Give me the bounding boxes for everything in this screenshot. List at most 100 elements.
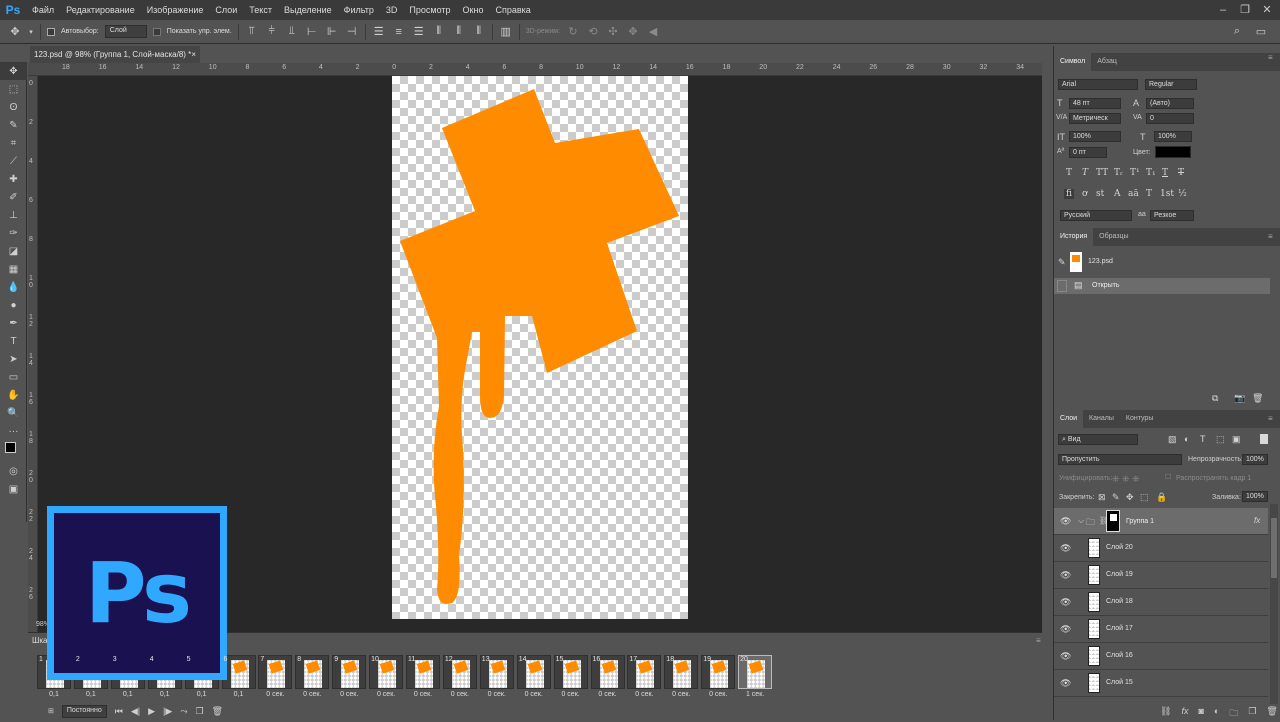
tab-character[interactable]: Символ: [1054, 53, 1092, 71]
frame-delay[interactable]: 0 сек.: [330, 691, 368, 698]
visibility-eye-icon[interactable]: 👁: [1060, 543, 1071, 554]
superscript-button[interactable]: T¹: [1130, 168, 1140, 178]
filter-type-icon[interactable]: T: [1200, 434, 1206, 444]
animation-frame[interactable]: 12 0 сек.: [442, 655, 477, 698]
filter-shape-icon[interactable]: ⬚: [1216, 434, 1225, 445]
new-document-from-state-icon[interactable]: ⧉: [1212, 393, 1218, 404]
filter-adjustment-icon[interactable]: ◐: [1184, 434, 1189, 444]
menu-filter[interactable]: Фильтр: [338, 0, 380, 20]
delete-frame-icon[interactable]: 🗑: [212, 706, 223, 717]
prev-frame-icon[interactable]: ◀|: [131, 706, 140, 717]
3d-orbit-icon[interactable]: ↻: [566, 25, 580, 38]
ligatures-button[interactable]: fi: [1064, 189, 1075, 199]
align-right-icon[interactable]: ⊣: [345, 25, 359, 38]
visibility-eye-icon[interactable]: 👁: [1060, 570, 1071, 581]
quick-select-tool-icon[interactable]: ✎: [0, 116, 27, 134]
eraser-tool-icon[interactable]: ◪: [0, 242, 27, 260]
animation-frame[interactable]: 9 0 сек.: [332, 655, 367, 698]
tab-paragraph[interactable]: Абзац: [1091, 53, 1123, 71]
autoselect-checkbox[interactable]: [47, 27, 55, 36]
maximize-button[interactable]: ❐: [1234, 0, 1256, 20]
play-icon[interactable]: ▶: [148, 706, 155, 717]
align-bottom-icon[interactable]: ⫫: [285, 25, 299, 38]
language-select[interactable]: Русский: [1060, 210, 1132, 221]
propagate-checkbox[interactable]: ☐: [1165, 473, 1171, 481]
lock-all-icon[interactable]: 🔒: [1156, 492, 1167, 503]
history-brush-icon[interactable]: ✑: [0, 224, 27, 242]
titling-button[interactable]: T: [1146, 189, 1152, 199]
document-canvas[interactable]: [392, 76, 688, 619]
frame-delay[interactable]: 0 сек.: [699, 691, 737, 698]
layer-row[interactable]: 👁 Слой 15: [1054, 670, 1268, 697]
more-tools-icon[interactable]: ···: [0, 422, 27, 440]
strikethrough-button[interactable]: T: [1178, 168, 1184, 178]
convert-frames-icon[interactable]: ⊞: [48, 707, 54, 715]
leading-field[interactable]: (Авто): [1146, 98, 1194, 109]
stylistic-alternates-button[interactable]: aā: [1128, 189, 1139, 199]
layer-mask-thumbnail[interactable]: [1106, 510, 1120, 532]
layer-row[interactable]: 👁 Слой 17: [1054, 616, 1268, 643]
chevron-down-icon[interactable]: ⌵: [1078, 516, 1084, 526]
frame-delay[interactable]: 0 сек.: [552, 691, 590, 698]
crop-tool-icon[interactable]: ⌗: [0, 134, 27, 152]
align-middle-icon[interactable]: ⫩: [265, 25, 279, 38]
move-tool-icon[interactable]: ✥: [0, 62, 27, 80]
menu-image[interactable]: Изображение: [141, 0, 210, 20]
distribute-middle-icon[interactable]: ≡: [392, 26, 406, 38]
animation-frame[interactable]: 19 0 сек.: [701, 655, 736, 698]
baseline-field[interactable]: 0 пт: [1069, 147, 1107, 158]
type-tool-icon[interactable]: T: [0, 332, 27, 350]
layer-row[interactable]: 👁 Слой 18: [1054, 589, 1268, 616]
frame-delay[interactable]: 0 сек.: [441, 691, 479, 698]
workspace-icon[interactable]: ▭: [1254, 25, 1268, 38]
frame-delay[interactable]: 0,1: [146, 691, 184, 698]
autoselect-select[interactable]: Слой: [104, 25, 147, 38]
minimize-button[interactable]: –: [1212, 0, 1234, 20]
search-icon[interactable]: ⌕: [1230, 25, 1244, 38]
show-transform-checkbox[interactable]: [152, 27, 161, 36]
frame-delay[interactable]: 0 сек.: [625, 691, 663, 698]
animation-frame[interactable]: 10 0 сек.: [369, 655, 404, 698]
frame-delay[interactable]: 0 сек.: [662, 691, 700, 698]
delete-icon[interactable]: 🗑: [1252, 393, 1263, 404]
visibility-eye-icon[interactable]: 👁: [1060, 651, 1071, 662]
dodge-tool-icon[interactable]: ●: [0, 296, 27, 314]
healing-tool-icon[interactable]: ✚: [0, 170, 27, 188]
3d-camera-icon[interactable]: ◀: [646, 25, 660, 38]
unify-position-icon[interactable]: ⁜ ⁜ ⁜: [1112, 474, 1140, 485]
filter-pixel-icon[interactable]: ▧: [1168, 434, 1177, 445]
animation-frame[interactable]: 13 0 сек.: [479, 655, 514, 698]
tab-history[interactable]: История: [1054, 228, 1094, 246]
tracking-field[interactable]: 0: [1146, 113, 1194, 124]
text-color-swatch[interactable]: [1155, 146, 1191, 158]
lock-transparent-icon[interactable]: ⊠: [1098, 492, 1106, 503]
rectangle-tool-icon[interactable]: ▭: [0, 368, 27, 386]
3d-pan-icon[interactable]: ✣: [606, 25, 620, 38]
animation-frame[interactable]: 8 0 сек.: [295, 655, 330, 698]
animation-frame[interactable]: 15 0 сек.: [553, 655, 588, 698]
all-caps-button[interactable]: TT: [1096, 168, 1108, 178]
panel-menu-icon[interactable]: ≡: [1268, 53, 1273, 62]
align-left-icon[interactable]: ⊢: [305, 25, 319, 38]
loop-select[interactable]: Постоянно: [61, 704, 107, 718]
menu-edit[interactable]: Редактирование: [60, 0, 141, 20]
layer-filter-select[interactable]: ⌕ Вид: [1058, 434, 1138, 445]
discretionary-ligatures-button[interactable]: ơ: [1082, 189, 1087, 199]
frame-delay[interactable]: 0,1: [72, 691, 110, 698]
blend-mode-select[interactable]: Пропустить: [1058, 454, 1182, 465]
frame-delay[interactable]: 0 сек.: [367, 691, 405, 698]
font-style-select[interactable]: Regular: [1145, 79, 1197, 90]
contextual-alternates-button[interactable]: st: [1096, 189, 1104, 199]
antialias-select[interactable]: Резкое: [1150, 210, 1194, 221]
layers-scrollbar-thumb[interactable]: [1271, 518, 1277, 578]
frame-delay[interactable]: 0 сек.: [589, 691, 627, 698]
menu-file[interactable]: Файл: [26, 0, 60, 20]
vertical-scale-field[interactable]: 100%: [1069, 131, 1121, 142]
frame-delay[interactable]: 1 сек.: [736, 691, 774, 698]
panel-menu-icon[interactable]: ≡: [1268, 414, 1273, 423]
3d-slide-icon[interactable]: ✥: [626, 25, 640, 38]
layer-group-row[interactable]: 👁 ⌵ 🗀 ⛓ Группа 1 fx: [1054, 508, 1268, 535]
tab-swatches[interactable]: Образцы: [1093, 228, 1134, 246]
duplicate-frame-icon[interactable]: ❐: [196, 706, 204, 717]
menu-3d[interactable]: 3D: [380, 0, 404, 20]
